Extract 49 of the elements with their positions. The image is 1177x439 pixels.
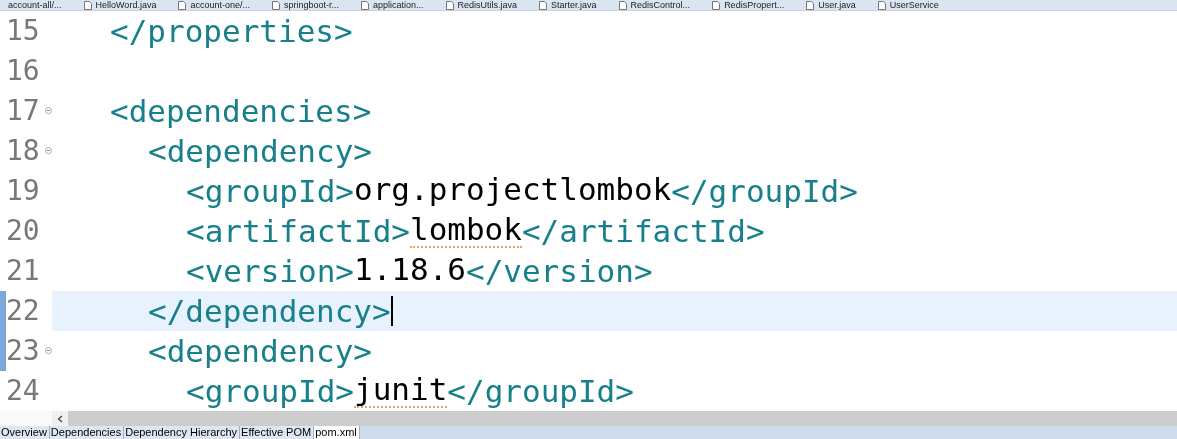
element-text: lombok <box>409 214 522 248</box>
xml-tag: <groupId> <box>186 375 354 407</box>
fold-icon[interactable] <box>45 147 52 154</box>
editor-page-tab[interactable]: pom.xml <box>314 426 360 439</box>
line-number: 15 <box>6 17 40 45</box>
editor-page-tab[interactable]: Dependencies <box>49 426 125 439</box>
editor-tab[interactable]: UserService <box>873 0 943 10</box>
editor-tab[interactable]: springboot-r... <box>267 0 343 10</box>
editor-page-tab[interactable]: Effective POM <box>240 426 315 439</box>
editor-tab[interactable]: application... <box>357 0 428 10</box>
element-text: 1.18.6 <box>354 254 466 288</box>
line-number: 16 <box>6 57 40 85</box>
line-number: 22 <box>6 297 40 325</box>
editor-tab[interactable]: account-one/... <box>174 0 254 10</box>
line-number: 23 <box>6 337 40 365</box>
xml-tag: <dependency> <box>148 135 372 167</box>
xml-tag: <version> <box>186 255 354 287</box>
element-text: org.projectlombok <box>354 174 672 207</box>
xml-tag: </groupId> <box>671 175 858 207</box>
xml-tag: </version> <box>465 255 653 287</box>
editor-page-tab[interactable]: Dependency Hierarchy <box>124 426 241 439</box>
xml-tag: </properties> <box>110 15 353 47</box>
editor-tab[interactable]: account-all/... <box>4 0 66 10</box>
xml-tag: </groupId> <box>447 375 634 407</box>
editor-tab[interactable]: RedisControl... <box>614 0 695 10</box>
editor-tab[interactable]: User.java <box>802 0 860 10</box>
line-number: 21 <box>6 257 40 285</box>
xml-tag: </dependency> <box>148 295 391 327</box>
editor-tab[interactable]: Starter.java <box>535 0 601 10</box>
text-cursor <box>390 296 393 326</box>
xml-tag: </artifactId> <box>521 215 765 247</box>
line-number: 17 <box>6 97 40 125</box>
editor-tab[interactable]: RedisUtils.java <box>441 0 522 10</box>
editor-tab[interactable]: RedisPropert... <box>708 0 789 10</box>
editor-tab[interactable]: HelloWord.java <box>79 0 161 10</box>
fold-icon[interactable] <box>45 347 52 354</box>
horizontal-scrollbar[interactable] <box>68 411 1177 426</box>
xml-tag: <dependency> <box>148 335 372 367</box>
element-text: junit <box>354 374 448 408</box>
xml-tag: <dependencies> <box>110 95 372 127</box>
scroll-left-button[interactable] <box>52 411 68 426</box>
xml-tag: <artifactId> <box>186 215 410 247</box>
line-number: 18 <box>6 137 40 165</box>
line-number: 20 <box>6 217 40 245</box>
fold-icon[interactable] <box>45 107 52 114</box>
line-number: 19 <box>6 177 40 205</box>
line-number: 24 <box>6 377 40 405</box>
xml-tag: <groupId> <box>186 175 354 207</box>
editor-page-tab[interactable]: Overview <box>0 426 50 439</box>
